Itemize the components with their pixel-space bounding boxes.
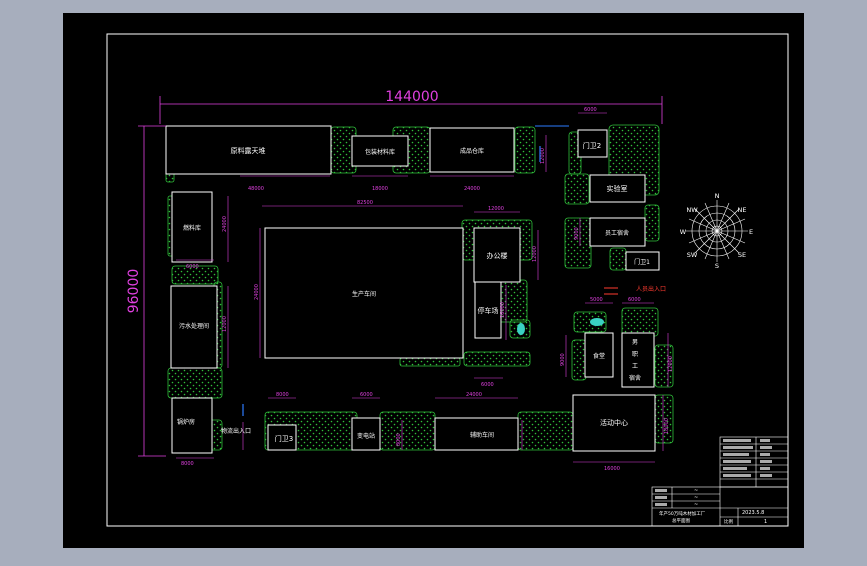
dim-label: 24000 (222, 216, 228, 232)
compass-n-label: N (715, 192, 720, 200)
overall-height-label: 96000 (126, 269, 142, 314)
staff-dorm2-label: 职 (632, 351, 638, 358)
fuel-store-label: 燃料库 (183, 224, 201, 232)
dim-label: 48000 (248, 186, 264, 192)
dim-label: 24000 (254, 284, 260, 300)
dim-label: 6000 (584, 107, 597, 113)
dim-label: 16000 (500, 302, 506, 318)
dim-label: 24000 (464, 186, 480, 192)
compass-ne-label: NE (738, 206, 747, 214)
pond-mark (590, 318, 604, 326)
product-warehouse-label: 成品仓库 (460, 147, 484, 155)
dim-label: 8000 (276, 392, 289, 398)
dim-label: 82500 (357, 200, 373, 206)
dim-label: 12000 (222, 316, 228, 332)
main-workshop-label: 生产车间 (352, 290, 376, 298)
title-block-cell: ~ (694, 495, 698, 501)
compass-s-label: S (715, 262, 719, 270)
activity-center-label: 活动中心 (600, 418, 628, 427)
dim-label: 12000 (668, 356, 674, 372)
dim-label: 9000 (574, 227, 580, 240)
lab-label: 实验室 (607, 184, 628, 193)
staff-dorm2-label: 宿舍 (629, 374, 641, 382)
pond-mark (517, 323, 525, 335)
sewage-label: 污水处理间 (179, 322, 209, 330)
dim-label: 8000 (396, 433, 402, 446)
boiler-label: 锅炉房 (177, 418, 195, 426)
garage-label: 停车场 (478, 306, 499, 315)
sheet-value: 1 (764, 519, 767, 525)
dim-label: 8000 (181, 461, 194, 467)
dim-label: 12000 (532, 246, 538, 262)
drawing-title-line2: 总平面图 (672, 517, 690, 524)
canteen-label: 食堂 (593, 352, 605, 360)
dim-label: 6000 (481, 382, 494, 388)
power-room-label: 变电站 (357, 432, 375, 440)
compass-w-label: W (680, 228, 687, 236)
aux-material-label: 包装材料库 (365, 148, 395, 156)
compass-e-label: E (749, 228, 753, 236)
title-block-cell: ~ (694, 502, 698, 508)
goods-entrance-label: 物流出入口 (221, 427, 251, 435)
sheet-label: 比例 (724, 518, 733, 525)
drawing-date: 2023.5.8 (742, 510, 764, 516)
people-entrance-label: 人员出入口 (636, 285, 666, 293)
office-label: 办公楼 (487, 251, 508, 260)
dim-label: 6000 (628, 297, 641, 303)
staff-dorm2-label: 工 (632, 363, 638, 370)
dim-label: 24000 (466, 392, 482, 398)
dim-label: 18000 (372, 186, 388, 192)
aux-workshop-label: 辅助车间 (470, 431, 494, 439)
overall-width-label: 144000 (385, 89, 438, 105)
dim-label: 5000 (590, 297, 603, 303)
dim-label: 6000 (360, 392, 373, 398)
compass-se-label: SE (738, 251, 746, 259)
site-plan-drawing: 144000 96000 48000 18000 24000 6000 8250… (63, 13, 804, 548)
staff-dorm-label: 员工宿舍 (605, 229, 629, 237)
dim-label: 6000 (186, 264, 199, 270)
dim-label: 12000 (488, 206, 504, 212)
dim-label: 9000 (560, 353, 566, 366)
compass-sw-label: SW (687, 251, 698, 259)
compass-nw-label: NW (686, 206, 698, 214)
gate1-label: 门卫1 (634, 258, 650, 266)
dim-label: 12000 (540, 148, 546, 164)
title-block-cell: ~ (694, 488, 698, 494)
dim-label: 18000 (664, 418, 670, 434)
gate3-label: 门卫3 (275, 434, 293, 443)
gate2-label: 门卫2 (583, 141, 601, 150)
raw-storage-label: 原料露天堆 (231, 146, 266, 155)
dim-label: 16000 (604, 466, 620, 472)
cad-viewport[interactable]: 144000 96000 48000 18000 24000 6000 8250… (0, 0, 867, 562)
staff-dorm2-label: 男 (632, 339, 638, 346)
drawing-title-line1: 年产50万吨木材加工厂 (659, 510, 706, 517)
